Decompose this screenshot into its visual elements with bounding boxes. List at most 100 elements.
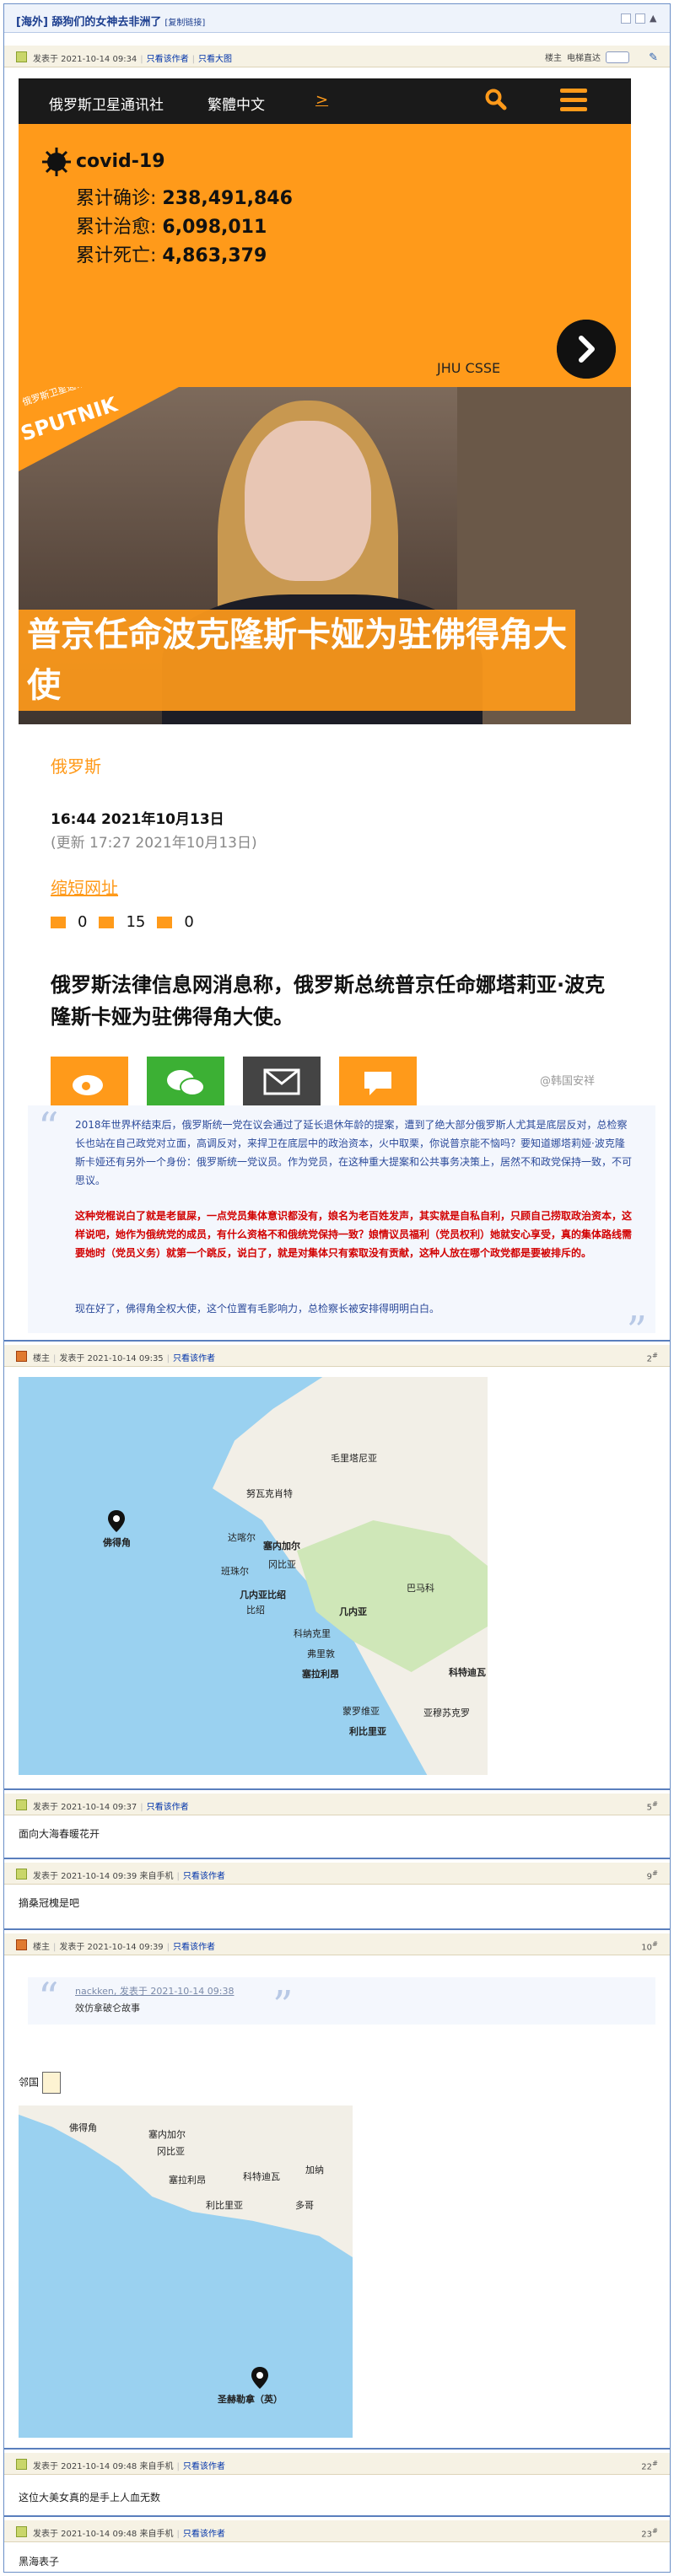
map-label: 科纳克里 xyxy=(294,1628,331,1639)
floor-number[interactable]: 23# xyxy=(641,2526,658,2539)
comment-share-icon xyxy=(339,1057,417,1107)
next-thread-icon[interactable]: ▲ xyxy=(650,13,660,24)
map-label: 毛里塔尼亚 xyxy=(331,1453,377,1464)
avatar[interactable] xyxy=(16,1939,27,1950)
floor-number-text: 22 xyxy=(641,2462,653,2472)
map-label: 比绍 xyxy=(246,1605,265,1616)
stat-label: 累计治愈: xyxy=(76,217,157,238)
only-author-link[interactable]: 只看该作者 xyxy=(173,1943,215,1952)
only-author-link[interactable]: 只看该作者 xyxy=(147,55,189,64)
post-header: 发表于 2021-10-14 09:48 来自手机 | 只看该作者 23# xyxy=(4,2520,670,2542)
stat-label: 累计确诊: xyxy=(76,188,157,209)
avatar[interactable] xyxy=(16,2526,27,2537)
stat-label: 累计死亡: xyxy=(76,245,157,266)
covid-title: covid-19 xyxy=(76,151,165,172)
covid-panel: covid-19 累计确诊: 238,491,846 累计治愈: 6,098,0… xyxy=(19,124,631,387)
map-label: 科特迪瓦 xyxy=(449,1667,486,1678)
reply-post-2: 楼主 | 发表于 2021-10-14 09:35 | 只看该作者 2# xyxy=(4,1345,670,1367)
map-label: 达喀尔 xyxy=(228,1532,256,1543)
map-label: 塞拉利昂 xyxy=(169,2175,206,2186)
quote-block: “ 2018年世界杯结束后，俄罗斯统一党在议会通过了延长退休年龄的提案，遭到了绝… xyxy=(28,1105,655,1352)
article-info: 俄罗斯 16:44 2021年10月13日 (更新 17:27 2021年10月… xyxy=(19,724,631,1107)
weibo-icon xyxy=(51,1057,128,1107)
post-meta: 楼主 | 发表于 2021-10-14 09:39 | 只看该作者 xyxy=(33,1943,216,1952)
site-name: 俄罗斯卫星通讯社 xyxy=(49,97,164,114)
post-divider xyxy=(4,2448,670,2450)
map-label: 塞拉利昂 xyxy=(302,1669,339,1680)
quote-paragraph: 2018年世界杯结束后，俄罗斯统一党在议会通过了延长退休年龄的提案，遭到了绝大部… xyxy=(75,1119,633,1186)
map-label: 冈比亚 xyxy=(268,1559,296,1570)
post-meta: 发表于 2021-10-14 09:34 | 只看该作者 | 只看大图 xyxy=(33,55,233,64)
author-label: 楼主 xyxy=(33,1354,50,1363)
post-header: 楼主 | 发表于 2021-10-14 09:35 | 只看该作者 2# xyxy=(4,1345,670,1367)
floor-number[interactable]: 22# xyxy=(641,2459,658,2471)
post-meta: 发表于 2021-10-14 09:39 来自手机 | 只看该作者 xyxy=(33,1872,225,1881)
map-label: 冈比亚 xyxy=(157,2146,185,2157)
map-image-1: 毛里塔尼亚 佛得角 努瓦克肖特 达喀尔 塞内加尔 冈比亚 班珠尔 几内亚比绍 比… xyxy=(19,1377,488,1775)
map-label: 塞内加尔 xyxy=(263,1541,300,1552)
only-author-link[interactable]: 只看该作者 xyxy=(147,1803,189,1812)
floor-number[interactable]: 10# xyxy=(641,1939,658,1952)
map-label: 几内亚比绍 xyxy=(240,1589,286,1600)
avatar[interactable] xyxy=(16,2459,27,2470)
emoji-icon xyxy=(41,2072,61,2094)
thread-title: [海外] 舔狗们的女神去非洲了 [复制链接] xyxy=(16,13,205,29)
watermark: @韩国安祥 xyxy=(540,1075,596,1088)
only-author-link[interactable]: 只看该作者 xyxy=(183,2530,225,2539)
menu-icon xyxy=(560,89,587,112)
map-label: 加纳 xyxy=(305,2165,324,2175)
avatar[interactable] xyxy=(16,1799,27,1810)
dislike-icon xyxy=(157,916,173,928)
location-pin-icon xyxy=(251,2367,268,2389)
headline-line: 使 xyxy=(27,666,61,705)
post-divider xyxy=(4,1340,670,1342)
article-time: 16:44 2021年10月13日 xyxy=(51,811,224,828)
post-text: 邻国 xyxy=(19,2076,40,2089)
post-divider xyxy=(4,2515,670,2517)
post-content: 这位大美女真的是手上人血无数 xyxy=(19,2492,161,2503)
prev-thread-icon[interactable] xyxy=(635,13,645,24)
reply-post-9: 发表于 2021-10-14 09:39 来自手机 | 只看该作者 9# xyxy=(4,1863,670,1885)
virus-icon xyxy=(42,148,71,176)
floor-number[interactable]: 2# xyxy=(647,1351,658,1363)
floor-jump-input[interactable] xyxy=(606,51,629,63)
post-content: 邻国 xyxy=(19,2072,61,2094)
only-author-link[interactable]: 只看该作者 xyxy=(183,2462,225,2471)
map-label: 利比里亚 xyxy=(206,2200,243,2211)
reply-post-23: 发表于 2021-10-14 09:48 来自手机 | 只看该作者 23# xyxy=(4,2520,670,2542)
search-icon xyxy=(485,89,507,110)
map-label: 利比里亚 xyxy=(349,1726,386,1737)
post-time: 发表于 2021-10-14 09:35 xyxy=(59,1354,164,1363)
only-author-link[interactable]: 只看该作者 xyxy=(173,1354,215,1363)
post-header: 发表于 2021-10-14 09:48 来自手机 | 只看该作者 22# xyxy=(4,2453,670,2475)
only-author-link[interactable]: 只看该作者 xyxy=(183,1872,225,1881)
short-url: 缩短网址 xyxy=(51,878,118,898)
floor-number[interactable]: 9# xyxy=(647,1869,658,1881)
news-photo: 俄罗斯卫星通讯社SPUTNIK 普京任命波克隆斯卡娅为驻佛得角大 使 xyxy=(19,387,631,724)
main-post: 发表于 2021-10-14 09:34 | 只看该作者 | 只看大图 楼主 电梯直达 … xyxy=(4,46,670,67)
floor-number[interactable]: 5# xyxy=(647,1799,658,1812)
wechat-icon xyxy=(147,1057,224,1107)
stat-value: 238,491,846 xyxy=(162,188,293,209)
arrow-link: > xyxy=(315,91,329,109)
avatar[interactable] xyxy=(16,1351,27,1362)
stat-value: 4,863,379 xyxy=(162,245,267,266)
edit-icon[interactable]: ✎ xyxy=(649,51,658,64)
quote-user-link[interactable]: nackken, 发表于 2021-10-14 09:38 xyxy=(75,1984,234,1998)
mail-icon xyxy=(243,1057,321,1107)
reaction-count: 0 xyxy=(184,913,194,931)
headline-banner: 普京任命波克隆斯卡娅为驻佛得角大 使 xyxy=(19,610,575,711)
copy-link[interactable]: [复制链接] xyxy=(164,19,205,28)
post-time: 发表于 2021-10-14 09:48 来自手机 xyxy=(33,2530,174,2539)
avatar[interactable] xyxy=(16,51,27,62)
comment-icon xyxy=(51,916,66,928)
print-icon[interactable] xyxy=(621,13,631,24)
thread-frame: [海外] 舔狗们的女神去非洲了 [复制链接] ▲ 发表于 2021-10-14 0… xyxy=(3,3,671,2573)
post-time: 发表于 2021-10-14 09:48 来自手机 xyxy=(33,2462,174,2471)
photo-face xyxy=(245,421,371,581)
big-image-link[interactable]: 只看大图 xyxy=(198,55,232,64)
avatar[interactable] xyxy=(16,1869,27,1880)
map-label: 努瓦克肖特 xyxy=(246,1488,293,1499)
map-label: 巴马科 xyxy=(407,1583,434,1594)
reply-post-5: 发表于 2021-10-14 09:37 | 只看该作者 5# xyxy=(4,1794,670,1815)
